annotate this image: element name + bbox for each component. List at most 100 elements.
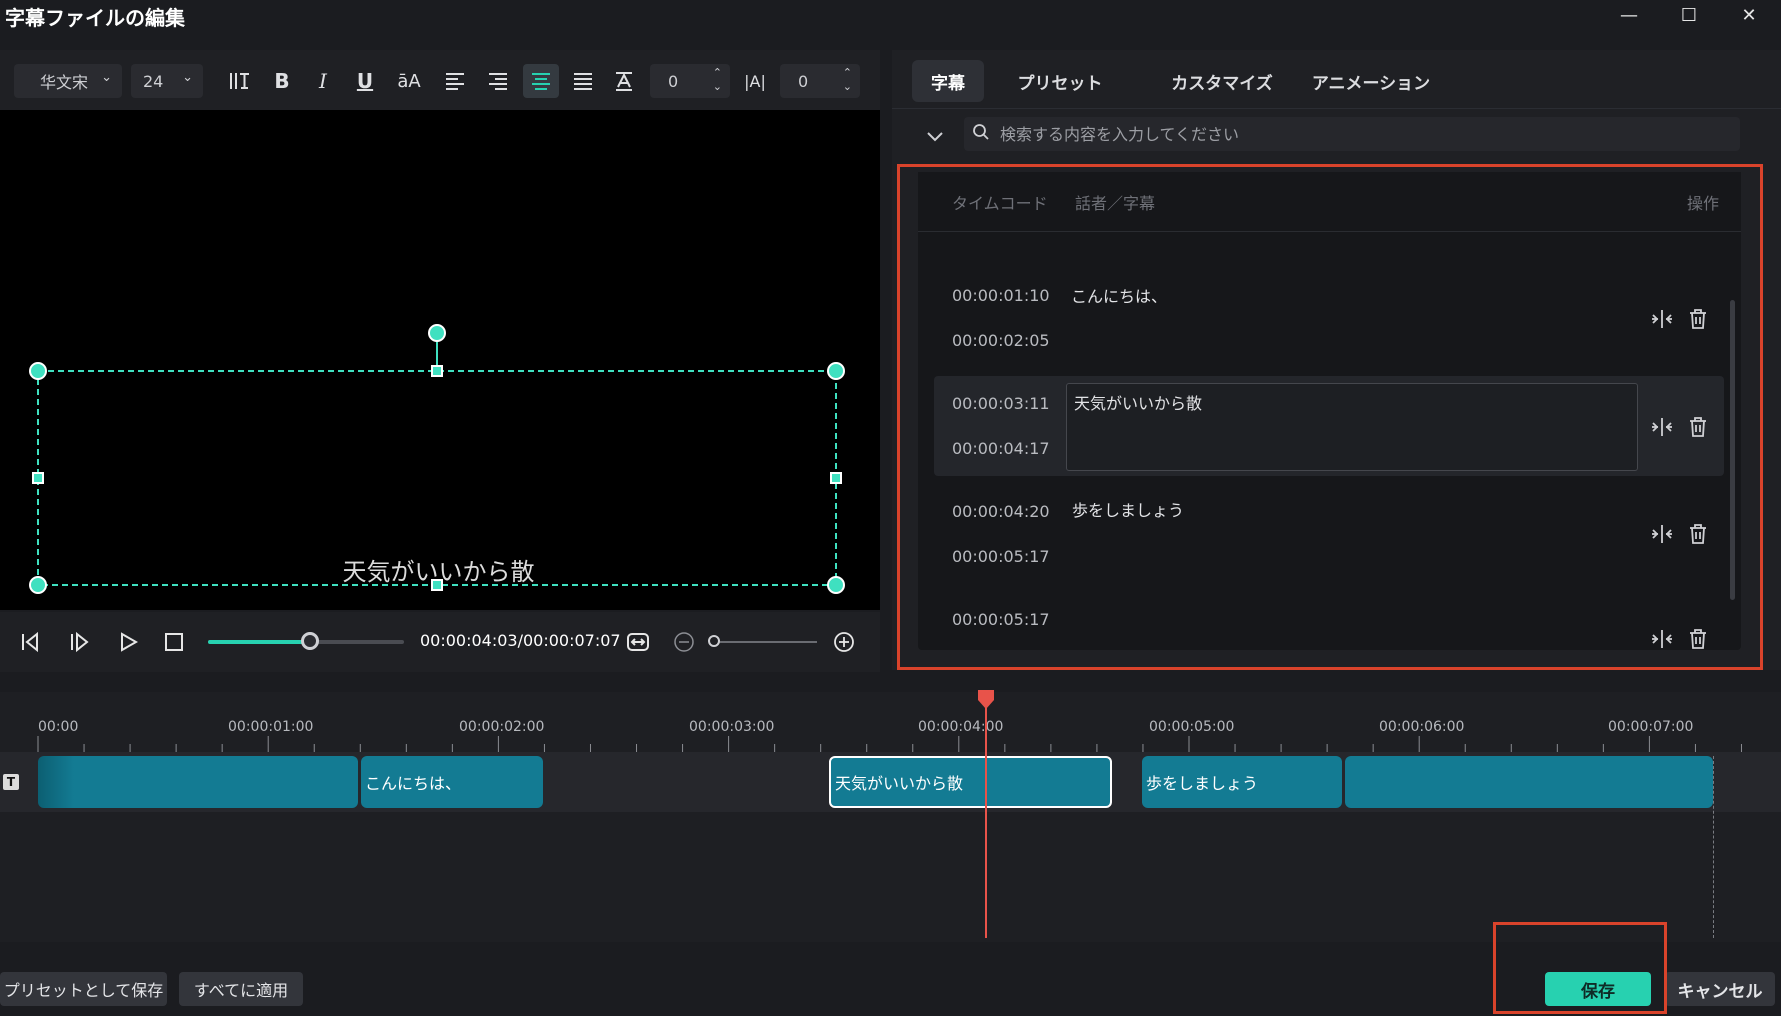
resize-handle[interactable] [32,472,44,484]
previous-frame-icon [22,631,38,653]
text-case-button[interactable]: āA [391,64,427,98]
playhead-handle[interactable] [977,690,995,710]
clip-label: こんにちは、 [365,774,462,793]
apply-all-button[interactable]: すべてに適用 [179,972,303,1006]
text-columns-button[interactable] [222,64,258,98]
timeline-end-marker [1713,756,1714,938]
resize-handle[interactable] [431,365,443,377]
text-columns-icon [230,73,249,89]
zoom-out-icon [674,632,694,652]
caption-bounding-box[interactable] [0,110,880,610]
zoom-in-icon [834,632,854,652]
title-bar [0,0,1781,38]
font-family-value: 华文宋 [40,73,89,92]
search-input[interactable] [1000,117,1730,151]
ruler-label: 00:00:05:00 [1149,719,1235,735]
line-spacing-button[interactable]: |A| [737,64,773,98]
zoom-in-button[interactable] [826,624,862,660]
stepper-arrows-icon: ⌃ ⌄ [842,66,852,93]
letter-spacing-input[interactable]: 0 ⌃ ⌄ [650,64,730,98]
playback-timecode: 00:00:04:03/00:00:07:07 [420,631,621,650]
italic-button[interactable]: I [305,64,341,98]
tab-label: プリセット [1017,73,1103,94]
tab-label: 字幕 [931,73,965,94]
zoom-slider-knob[interactable] [708,635,720,647]
timeline-clip-selected[interactable]: 天気がいいから散 [829,756,1112,808]
chevron-down-icon: ⌄ [182,70,193,85]
text-baseline-button[interactable] [606,64,642,98]
letter-spacing-value: 0 [668,71,679,91]
align-left-button[interactable] [437,64,473,98]
resize-handle[interactable] [29,362,47,380]
bold-button[interactable]: B [264,64,300,98]
align-justify-button[interactable] [565,64,601,98]
text-track-icon: T [3,774,19,790]
preview-caption-text: 天気がいいから散 [342,558,535,586]
rotate-handle[interactable] [428,324,446,342]
zoom-out-button[interactable] [666,624,702,660]
line-spacing-value: 0 [798,71,809,91]
tab-divider [892,108,1781,109]
ruler-label: 00:00:02:00 [459,719,545,735]
resize-handle[interactable] [830,472,842,484]
zoom-slider-track[interactable] [713,641,817,643]
minimize-icon: — [1620,4,1638,26]
play-icon [121,632,139,652]
stop-icon [165,633,183,651]
tab-animation[interactable]: アニメーション [1286,60,1456,102]
letter-spacing-icon: |A| [744,71,766,91]
maximize-icon: ☐ [1680,4,1698,26]
window-title: 字幕ファイルの編集 [5,6,185,30]
clip-label: 天気がいいから散 [835,774,964,793]
next-frame-button[interactable] [61,624,97,660]
timeline-clip[interactable]: 歩をしましょう [1142,756,1342,808]
stop-button[interactable] [156,624,192,660]
tab-label: アニメーション [1311,73,1431,94]
progress-fill [208,640,310,644]
fit-width-button[interactable] [620,624,656,660]
tab-presets[interactable]: プリセット [1008,60,1112,102]
save-as-preset-label: プリセットとして保存 [3,981,164,1000]
underline-button[interactable]: U [347,64,383,98]
close-icon: ✕ [1741,4,1757,26]
align-justify-icon [574,73,592,90]
font-size-select[interactable]: 24 ⌄ [131,64,203,98]
text-baseline-icon [616,72,632,91]
font-family-select[interactable]: 华文宋 ⌄ [14,64,122,98]
maximize-button[interactable]: ☐ [1660,0,1718,30]
apply-all-label: すべてに適用 [193,981,289,1000]
text-case-icon: āA [397,70,421,92]
save-as-preset-button[interactable]: プリセットとして保存 [0,972,167,1006]
timeline-clip[interactable] [38,756,358,808]
tab-customize[interactable]: カスタマイズ [1140,60,1304,102]
tab-subtitles[interactable]: 字幕 [912,60,984,102]
underline-icon: U [356,69,374,93]
close-button[interactable]: ✕ [1720,0,1778,30]
italic-icon: I [319,69,327,93]
align-left-icon [446,73,464,90]
align-right-icon [489,73,507,90]
cancel-button[interactable]: キャンセル [1665,972,1775,1006]
align-center-button[interactable] [523,64,559,98]
previous-frame-button[interactable] [12,624,48,660]
align-center-icon [532,73,550,90]
line-spacing-input[interactable]: 0 ⌃ ⌄ [780,64,860,98]
font-size-value: 24 [143,71,164,91]
timeline-clip[interactable] [1345,756,1713,808]
progress-knob[interactable] [300,632,319,650]
clip-label: 歩をしましょう [1146,774,1259,793]
bold-icon: B [274,69,290,93]
resize-handle[interactable] [827,362,845,380]
ruler-label: 00:00:01:00 [228,719,314,735]
video-preview[interactable] [0,110,880,610]
ruler-label: 00:00:03:00 [689,719,775,735]
cancel-label: キャンセル [1677,981,1763,1002]
timeline-clip[interactable]: こんにちは、 [361,756,543,808]
collapse-button[interactable] [920,122,950,152]
play-button[interactable] [110,624,146,660]
minimize-button[interactable]: — [1600,0,1658,30]
ruler-label: 00:00:04:00 [918,719,1004,735]
fit-width-icon [627,633,649,651]
playhead[interactable] [985,692,987,938]
align-right-button[interactable] [480,64,516,98]
